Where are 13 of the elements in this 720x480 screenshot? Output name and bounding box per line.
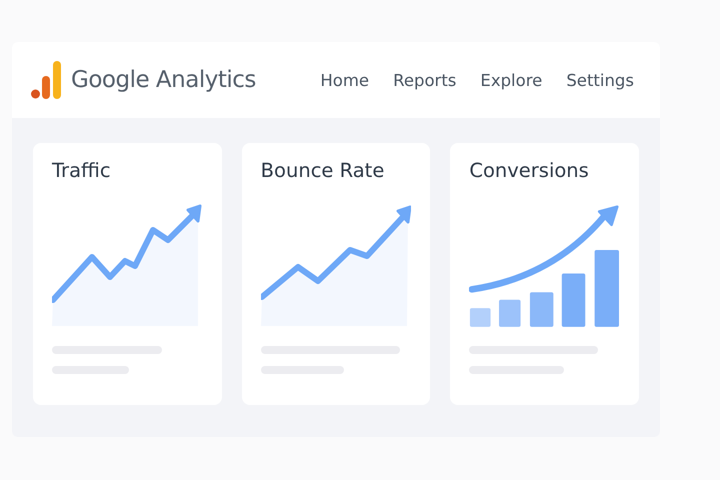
card-title: Traffic — [52, 159, 112, 182]
product-name: Google Analytics — [71, 67, 256, 93]
nav-link[interactable]: Settings — [566, 70, 634, 90]
chart-bar — [499, 300, 521, 327]
card-title: Bounce Rate — [260, 159, 386, 182]
bar-logo-icon — [31, 61, 61, 99]
chart-bar — [562, 273, 586, 327]
nav-link[interactable]: Reports — [393, 70, 456, 90]
chart-bar — [470, 308, 491, 327]
card-title: Conversions — [469, 159, 590, 182]
nav-link[interactable]: Home — [320, 70, 370, 90]
nav-link[interactable]: Explore — [480, 70, 542, 90]
chart-bar — [530, 292, 554, 327]
